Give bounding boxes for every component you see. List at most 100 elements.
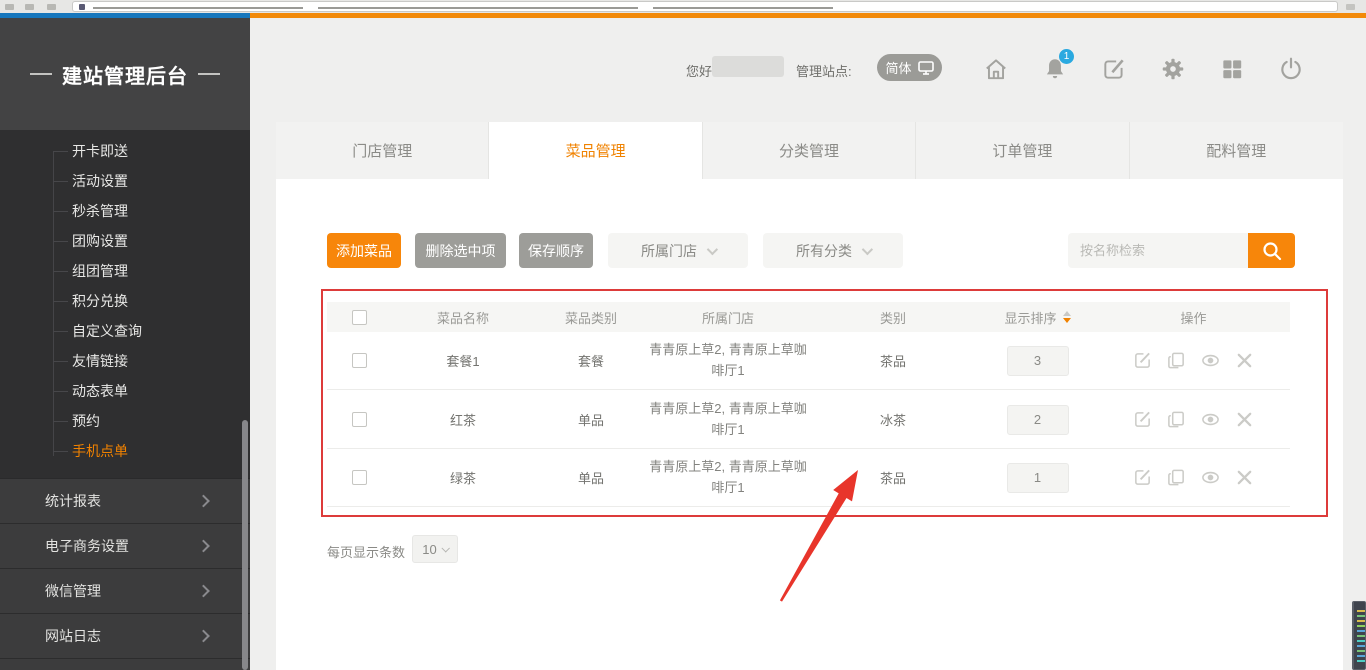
tab-store-management[interactable]: 门店管理 — [276, 122, 489, 179]
chevron-down-icon — [862, 243, 873, 254]
app-window: 建站管理后台 开卡即送 活动设置 秒杀管理 团购设置 组团管理 积分兑换 自定义… — [0, 0, 1366, 670]
browser-refresh-icon[interactable] — [47, 4, 56, 10]
edit-icon[interactable] — [1133, 410, 1152, 429]
sidebar-section-ecommerce[interactable]: 电子商务设置 — [0, 524, 250, 569]
search-button[interactable] — [1248, 233, 1295, 268]
sidebar-scrollbar[interactable] — [242, 420, 248, 670]
column-header-operations: 操作 — [1097, 308, 1290, 327]
view-icon[interactable] — [1201, 410, 1220, 429]
compose-icon[interactable] — [1101, 56, 1127, 82]
chevron-down-icon — [441, 544, 449, 552]
accent-strip-orange — [250, 13, 1366, 18]
redacted-username — [712, 56, 784, 77]
select-all-checkbox[interactable] — [352, 310, 367, 325]
cell-store: 青青原上草2, 青青原上草咖啡厅1 — [648, 457, 808, 497]
edit-icon[interactable] — [1133, 468, 1152, 487]
sidebar-item-links[interactable]: 友情链接 — [0, 346, 250, 376]
row-checkbox[interactable] — [352, 353, 367, 368]
apps-grid-icon[interactable] — [1219, 56, 1245, 82]
copy-icon[interactable] — [1167, 468, 1186, 487]
tab-category-management[interactable]: 分类管理 — [703, 122, 916, 179]
sidebar-sections: 统计报表 电子商务设置 微信管理 网站日志 — [0, 478, 250, 670]
column-header-dish-type: 菜品类别 — [534, 308, 648, 327]
url-text-blur — [93, 7, 303, 9]
tab-order-management[interactable]: 订单管理 — [916, 122, 1129, 179]
language-pill[interactable]: 简体 — [877, 54, 942, 81]
sidebar-section-wechat[interactable]: 微信管理 — [0, 569, 250, 614]
tab-bar: 门店管理 菜品管理 分类管理 订单管理 配料管理 — [276, 122, 1343, 179]
category-filter-dropdown[interactable]: 所有分类 — [763, 233, 903, 268]
sidebar-item-card-gift[interactable]: 开卡即送 — [0, 136, 250, 166]
tab-dish-management[interactable]: 菜品管理 — [489, 122, 702, 179]
cell-category: 冰茶 — [808, 410, 978, 429]
sidebar-item-mobile-ordering[interactable]: 手机点单 — [0, 436, 250, 466]
logo-dash-right — [198, 73, 220, 75]
row-checkbox[interactable] — [352, 412, 367, 427]
sort-order-input[interactable]: 1 — [1007, 463, 1069, 493]
sidebar: 建站管理后台 开卡即送 活动设置 秒杀管理 团购设置 组团管理 积分兑换 自定义… — [0, 18, 250, 670]
logo-dash-left — [30, 73, 52, 75]
column-header-store: 所属门店 — [648, 308, 808, 327]
monitor-icon — [918, 61, 934, 75]
edit-icon[interactable] — [1133, 351, 1152, 370]
store-filter-dropdown[interactable]: 所属门店 — [608, 233, 748, 268]
bell-icon[interactable]: 1 — [1042, 56, 1068, 82]
chevron-right-icon — [197, 630, 210, 643]
delete-selected-button[interactable]: 删除选中项 — [415, 233, 506, 268]
tab-ingredient-management[interactable]: 配料管理 — [1130, 122, 1343, 179]
sidebar-section-statistics[interactable]: 统计报表 — [0, 479, 250, 524]
sidebar-item-group-manage[interactable]: 组团管理 — [0, 256, 250, 286]
browser-toolbar — [0, 0, 1366, 13]
gear-icon[interactable] — [1160, 56, 1186, 82]
view-icon[interactable] — [1201, 468, 1220, 487]
search-icon — [1261, 240, 1283, 262]
search-input[interactable] — [1068, 233, 1248, 268]
sidebar-item-activity[interactable]: 活动设置 — [0, 166, 250, 196]
sidebar-item-flash-sale[interactable]: 秒杀管理 — [0, 196, 250, 226]
browser-back-icon[interactable] — [5, 4, 14, 10]
cell-dish-type: 单品 — [534, 410, 648, 429]
table-header: 菜品名称 菜品类别 所属门店 类别 显示排序 操作 — [327, 302, 1290, 332]
delete-x-icon[interactable] — [1235, 410, 1254, 429]
view-icon[interactable] — [1201, 351, 1220, 370]
sidebar-item-points[interactable]: 积分兑换 — [0, 286, 250, 316]
delete-x-icon[interactable] — [1235, 468, 1254, 487]
cell-category: 茶品 — [808, 468, 978, 487]
site-label: 管理站点: — [796, 61, 852, 80]
cell-category: 茶品 — [808, 351, 978, 370]
add-dish-button[interactable]: 添加菜品 — [327, 233, 401, 268]
sidebar-item-custom-query[interactable]: 自定义查询 — [0, 316, 250, 346]
sidebar-submenu: 开卡即送 活动设置 秒杀管理 团购设置 组团管理 积分兑换 自定义查询 友情链接… — [0, 136, 250, 466]
sort-order-input[interactable]: 2 — [1007, 405, 1069, 435]
greeting-label: 您好 — [686, 61, 712, 80]
home-icon[interactable] — [983, 56, 1009, 82]
favicon — [79, 4, 85, 10]
cell-dish-type: 套餐 — [534, 351, 648, 370]
sidebar-item-group-buy[interactable]: 团购设置 — [0, 226, 250, 256]
page-size-select[interactable]: 10 — [412, 535, 458, 563]
cell-dish-name: 绿茶 — [392, 468, 534, 487]
chevron-right-icon — [197, 540, 210, 553]
delete-x-icon[interactable] — [1235, 351, 1254, 370]
copy-icon[interactable] — [1167, 410, 1186, 429]
cell-dish-name: 套餐1 — [392, 351, 534, 370]
sidebar-item-reservation[interactable]: 预约 — [0, 406, 250, 436]
row-checkbox[interactable] — [352, 470, 367, 485]
url-text-blur — [318, 7, 638, 9]
sort-order-control[interactable]: 显示排序 — [1004, 308, 1070, 327]
browser-forward-icon[interactable] — [25, 4, 34, 10]
scroll-minimap-widget[interactable] — [1352, 601, 1366, 670]
table-row: 红茶 单品 青青原上草2, 青青原上草咖啡厅1 冰茶 2 — [327, 391, 1290, 449]
sidebar-item-dynamic-form[interactable]: 动态表单 — [0, 376, 250, 406]
copy-icon[interactable] — [1167, 351, 1186, 370]
sort-arrows-icon — [1063, 311, 1071, 323]
column-header-dish-name: 菜品名称 — [392, 308, 534, 327]
browser-address-bar[interactable] — [72, 1, 1338, 12]
power-icon[interactable] — [1278, 56, 1304, 82]
save-order-button[interactable]: 保存顺序 — [519, 233, 593, 268]
browser-bookmark-icon[interactable] — [1346, 4, 1355, 10]
sidebar-section-site-log[interactable]: 网站日志 — [0, 614, 250, 659]
url-text-blur — [653, 7, 833, 9]
cell-store: 青青原上草2, 青青原上草咖啡厅1 — [648, 399, 808, 439]
sort-order-input[interactable]: 3 — [1007, 346, 1069, 376]
